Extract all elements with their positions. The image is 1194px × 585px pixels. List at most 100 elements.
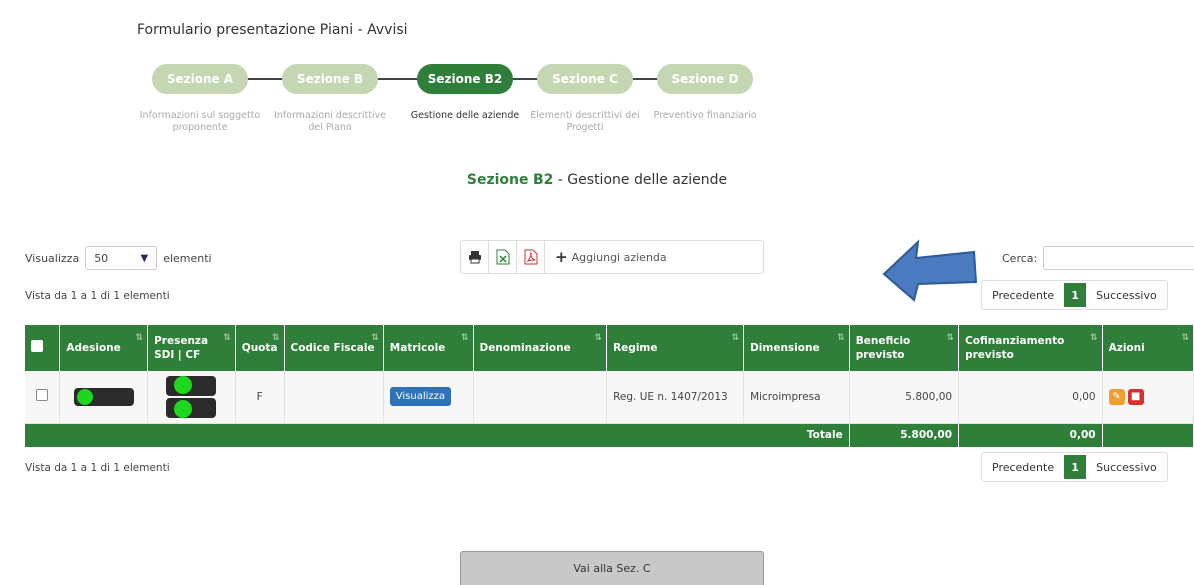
search-control: Cerca: [1002,246,1194,270]
step-desc-c: Elementi descrittivi dei Progetti [530,110,640,133]
search-label: Cerca: [1002,251,1038,265]
step-sezione-a[interactable]: Sezione A [152,64,248,94]
row-checkbox[interactable] [36,389,49,402]
dimensione-cell: Microimpresa [743,371,850,424]
section-heading-code: B2 [532,172,554,188]
presenza-status-indicator [166,375,217,418]
step-sezione-b[interactable]: Sezione B [282,64,378,94]
section-stepper: Sezione A Sezione B Sezione B2 Sezione C… [140,60,792,160]
page-length-control: Visualizza 50 ▼ elementi [25,246,212,270]
beneficio-cell: 5.800,00 [849,371,960,424]
export-pdf-button[interactable] [517,241,545,273]
col-codice-fiscale[interactable]: Codice Fiscale ⇅ [284,325,384,371]
pdf-icon [524,249,537,265]
visualizza-matricole-button[interactable]: Visualizza [389,387,452,407]
select-all-header[interactable] [25,325,61,371]
companies-table: Adesione ⇅ Presenza SDI | CF ⇅ Quota ⇅ Codi… [25,325,1194,447]
edit-button[interactable]: ✎ [1108,388,1125,405]
pagination-page-1[interactable]: 1 [1064,455,1087,479]
step-sezione-d[interactable]: Sezione D [657,64,753,94]
page-length-select[interactable]: 50 ▼ [85,246,158,270]
pencil-icon: ✎ [1112,391,1121,403]
search-input[interactable] [1043,246,1194,270]
length-suffix: elementi [163,251,212,265]
col-regime[interactable]: Regime ⇅ [606,325,745,371]
sort-icon: ⇅ [271,333,280,343]
arrow-left-icon [882,239,978,302]
step-sezione-c[interactable]: Sezione C [537,64,633,94]
excel-icon [496,249,509,265]
sort-icon: ⇅ [594,333,603,343]
status-dot-icon [76,388,93,405]
azioni-cell: ✎ ■ [1102,371,1194,424]
totals-cofinanziamento: 0,00 [958,423,1103,447]
totals-beneficio: 5.800,00 [849,423,960,447]
col-presenza[interactable]: Presenza SDI | CF ⇅ [147,325,236,371]
page-title: Formulario presentazione Piani - Avvisi [137,22,408,38]
sort-icon: ⇅ [1090,333,1098,343]
cf-status-segment [166,397,217,418]
sdi-status-segment [166,375,217,396]
codice-fiscale-cell [284,371,384,424]
pagination-prev-button[interactable]: Precedente [982,461,1064,474]
section-heading-rest: - Gestione delle aziende [553,172,728,188]
presenza-cell [147,371,236,424]
plus-icon: + [555,248,568,266]
col-azioni: Azioni ⇅ [1102,325,1194,371]
sort-icon: ⇅ [371,333,379,343]
table-info-bottom: Vista da 1 a 1 di 1 elementi [25,462,170,474]
denominazione-cell [473,371,608,424]
adesione-cell [59,371,149,424]
sort-icon: ⇅ [223,333,231,343]
col-adesione[interactable]: Adesione ⇅ [59,325,149,371]
totals-label: Totale [25,423,850,447]
print-button[interactable] [461,241,489,273]
chevron-down-icon: ▼ [140,252,149,264]
regime-cell: Reg. UE n. 1407/2013 [606,371,745,424]
pagination-top: Precedente 1 Successivo [981,280,1168,310]
step-sezione-b2[interactable]: Sezione B2 [417,64,513,94]
sort-icon: ⇅ [946,333,955,343]
pagination-prev-button[interactable]: Precedente [982,289,1064,302]
quota-cell: F [235,371,285,424]
totals-empty [1102,423,1194,447]
step-desc-a: Informazioni sul soggetto proponente [139,110,261,133]
col-denominazione[interactable]: Denominazione ⇅ [473,325,608,371]
trash-icon: ■ [1130,391,1141,403]
print-icon [468,251,481,264]
row-select-cell[interactable] [25,371,61,424]
col-dimensione[interactable]: Dimensione ⇅ [743,325,850,371]
sort-icon: ⇅ [1181,333,1189,343]
col-quota[interactable]: Quota ⇅ [235,325,285,371]
status-dot-icon [174,375,193,394]
sort-icon: ⇅ [461,333,469,343]
totals-row: Totale 5.800,00 0,00 [25,423,1194,447]
table-toolbar: + Aggiungi azienda [460,240,764,274]
table-info-top: Vista da 1 a 1 di 1 elementi [25,290,170,302]
col-matricole[interactable]: Matricole ⇅ [383,325,474,371]
col-beneficio[interactable]: Beneficio previsto ⇅ [849,325,960,371]
pagination-bottom: Precedente 1 Successivo [981,452,1168,482]
add-company-label: Aggiungi azienda [571,250,667,264]
sort-icon: ⇅ [731,333,740,343]
section-heading: Sezione B2 - Gestione delle aziende [0,172,1194,188]
table-header-row: Adesione ⇅ Presenza SDI | CF ⇅ Quota ⇅ Codi… [25,325,1194,371]
step-desc-b2: Gestione delle aziende [410,110,520,121]
next-section-button[interactable]: Vai alla Sez. C [460,551,764,585]
col-cofinanziamento[interactable]: Cofinanziamento previsto ⇅ [958,325,1103,371]
table-row: F Visualizza Reg. UE n. 1407/2013 Microi… [25,371,1194,424]
pagination-next-button[interactable]: Successivo [1086,461,1167,474]
pagination-next-button[interactable]: Successivo [1086,289,1167,302]
length-prefix: Visualizza [25,251,80,265]
page-length-value: 50 [94,251,109,265]
pagination-page-1[interactable]: 1 [1064,283,1087,307]
status-dot-icon [174,399,193,418]
section-heading-prefix: Sezione [466,172,529,188]
add-company-button[interactable]: + Aggiungi azienda [545,248,667,266]
export-excel-button[interactable] [489,241,517,273]
sort-icon: ⇅ [837,333,845,343]
select-all-checkbox[interactable] [31,340,43,352]
matricole-cell: Visualizza [383,371,474,424]
cofinanziamento-cell: 0,00 [958,371,1103,424]
delete-button[interactable]: ■ [1127,388,1144,405]
